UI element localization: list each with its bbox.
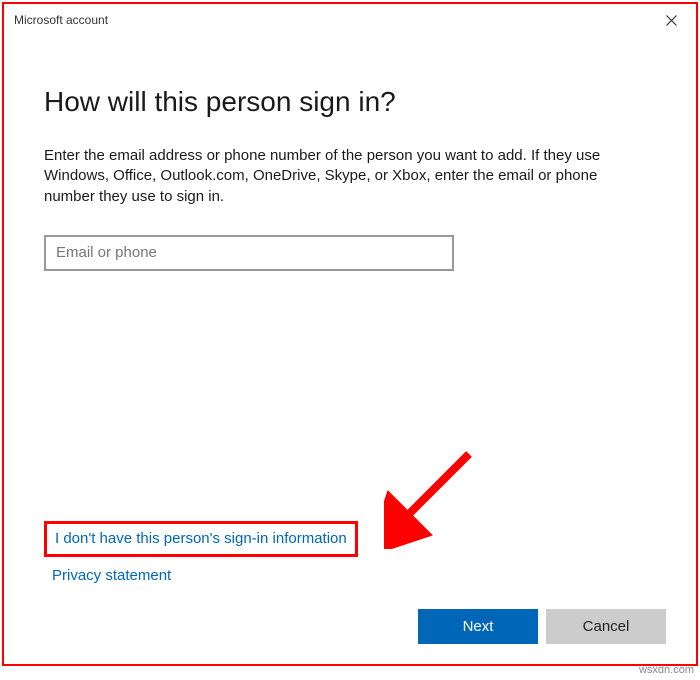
next-button[interactable]: Next	[418, 609, 538, 644]
window-title: Microsoft account	[14, 13, 656, 27]
button-bar: Next Cancel	[418, 609, 666, 644]
close-icon[interactable]	[656, 5, 686, 35]
dialog-window: Microsoft account How will this person s…	[2, 2, 698, 666]
links-area: I don't have this person's sign-in infor…	[44, 521, 358, 584]
cancel-button[interactable]: Cancel	[546, 609, 666, 644]
no-signin-info-link[interactable]: I don't have this person's sign-in infor…	[55, 530, 347, 547]
instructions-text: Enter the email address or phone number …	[44, 146, 624, 207]
page-heading: How will this person sign in?	[44, 86, 656, 118]
privacy-statement-link[interactable]: Privacy statement	[44, 567, 358, 584]
titlebar: Microsoft account	[4, 4, 696, 36]
content-area: How will this person sign in? Enter the …	[4, 36, 696, 271]
watermark-text: wsxdn.com	[639, 664, 694, 676]
email-phone-input[interactable]	[44, 235, 454, 271]
arrow-annotation-icon	[384, 449, 484, 549]
highlight-box: I don't have this person's sign-in infor…	[44, 521, 358, 557]
